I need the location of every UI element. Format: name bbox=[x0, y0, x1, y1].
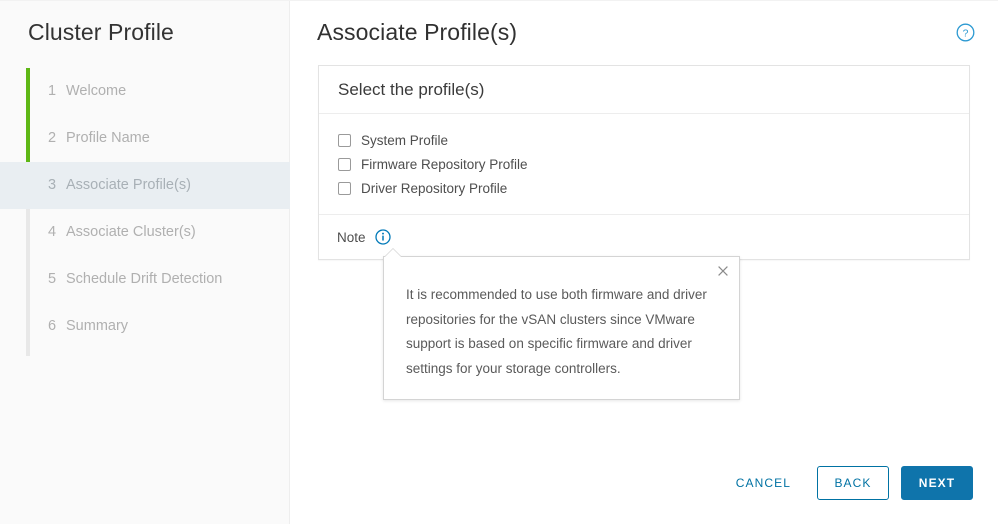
step-number: 6 bbox=[48, 318, 57, 334]
wizard-footer: Cancel Back Next bbox=[722, 466, 973, 500]
step-label: Summary bbox=[66, 318, 129, 334]
step-label: Welcome bbox=[66, 83, 127, 99]
note-label: Note bbox=[337, 229, 366, 245]
step-number: 5 bbox=[48, 271, 57, 287]
wizard-step-nav: 1 Welcome 2 Profile Name 3 Associate Profil… bbox=[0, 68, 290, 356]
step-number: 4 bbox=[48, 224, 57, 240]
step-number: 2 bbox=[48, 130, 57, 146]
checkbox-row-system-profile[interactable]: System Profile bbox=[338, 128, 950, 152]
nav-list: 1 Welcome 2 Profile Name 3 Associate Profil… bbox=[0, 68, 290, 350]
step-number: 3 bbox=[48, 177, 57, 193]
sidebar-item-associate-clusters[interactable]: 4 Associate Cluster(s) bbox=[0, 209, 290, 256]
help-circle-icon[interactable]: ? bbox=[956, 23, 975, 42]
sidebar-item-profile-name[interactable]: 2 Profile Name bbox=[0, 115, 290, 162]
checkbox-row-driver-repository-profile[interactable]: Driver Repository Profile bbox=[338, 176, 950, 200]
step-label: Profile Name bbox=[66, 130, 150, 146]
tooltip-text: It is recommended to use both firmware a… bbox=[406, 287, 707, 376]
page-title: Associate Profile(s) bbox=[317, 19, 518, 45]
step-label: Schedule Drift Detection bbox=[66, 271, 223, 287]
info-circle-icon[interactable] bbox=[374, 229, 391, 245]
sidebar-item-welcome[interactable]: 1 Welcome bbox=[0, 68, 290, 115]
checkbox-label: Driver Repository Profile bbox=[361, 180, 508, 196]
card-note-footer: Note bbox=[319, 215, 969, 259]
checkbox-box[interactable] bbox=[338, 181, 351, 195]
checkbox-box[interactable] bbox=[338, 133, 351, 147]
cancel-button[interactable]: Cancel bbox=[722, 466, 805, 500]
checkbox-box[interactable] bbox=[338, 157, 351, 171]
checkbox-row-firmware-repository-profile[interactable]: Firmware Repository Profile bbox=[338, 152, 950, 176]
sidebar-item-summary[interactable]: 6 Summary bbox=[0, 303, 290, 350]
tooltip-arrow-inner bbox=[385, 249, 401, 257]
close-icon[interactable] bbox=[715, 263, 731, 279]
svg-text:?: ? bbox=[963, 27, 969, 39]
card-header: Select the profile(s) bbox=[319, 66, 969, 114]
sidebar-item-schedule-drift-detection[interactable]: 5 Schedule Drift Detection bbox=[0, 256, 290, 303]
profile-selection-card: Select the profile(s) System Profile Fir… bbox=[318, 65, 970, 260]
checkbox-label: System Profile bbox=[361, 132, 449, 148]
back-button[interactable]: Back bbox=[817, 466, 889, 500]
next-button[interactable]: Next bbox=[901, 466, 973, 500]
sidebar-item-associate-profiles[interactable]: 3 Associate Profile(s) bbox=[0, 162, 290, 209]
note-tooltip-popover: It is recommended to use both firmware a… bbox=[383, 248, 740, 400]
step-label: Associate Profile(s) bbox=[66, 177, 191, 193]
checkbox-group: System Profile Firmware Repository Profi… bbox=[319, 114, 969, 215]
sidebar-title: Cluster Profile bbox=[28, 19, 174, 45]
checkbox-label: Firmware Repository Profile bbox=[361, 156, 528, 172]
step-label: Associate Cluster(s) bbox=[66, 224, 196, 240]
step-number: 1 bbox=[48, 83, 57, 99]
wizard-sidebar: Cluster Profile 1 Welcome 2 Profile Name 3… bbox=[0, 1, 290, 524]
wizard-window: Cluster Profile 1 Welcome 2 Profile Name 3… bbox=[0, 0, 998, 524]
